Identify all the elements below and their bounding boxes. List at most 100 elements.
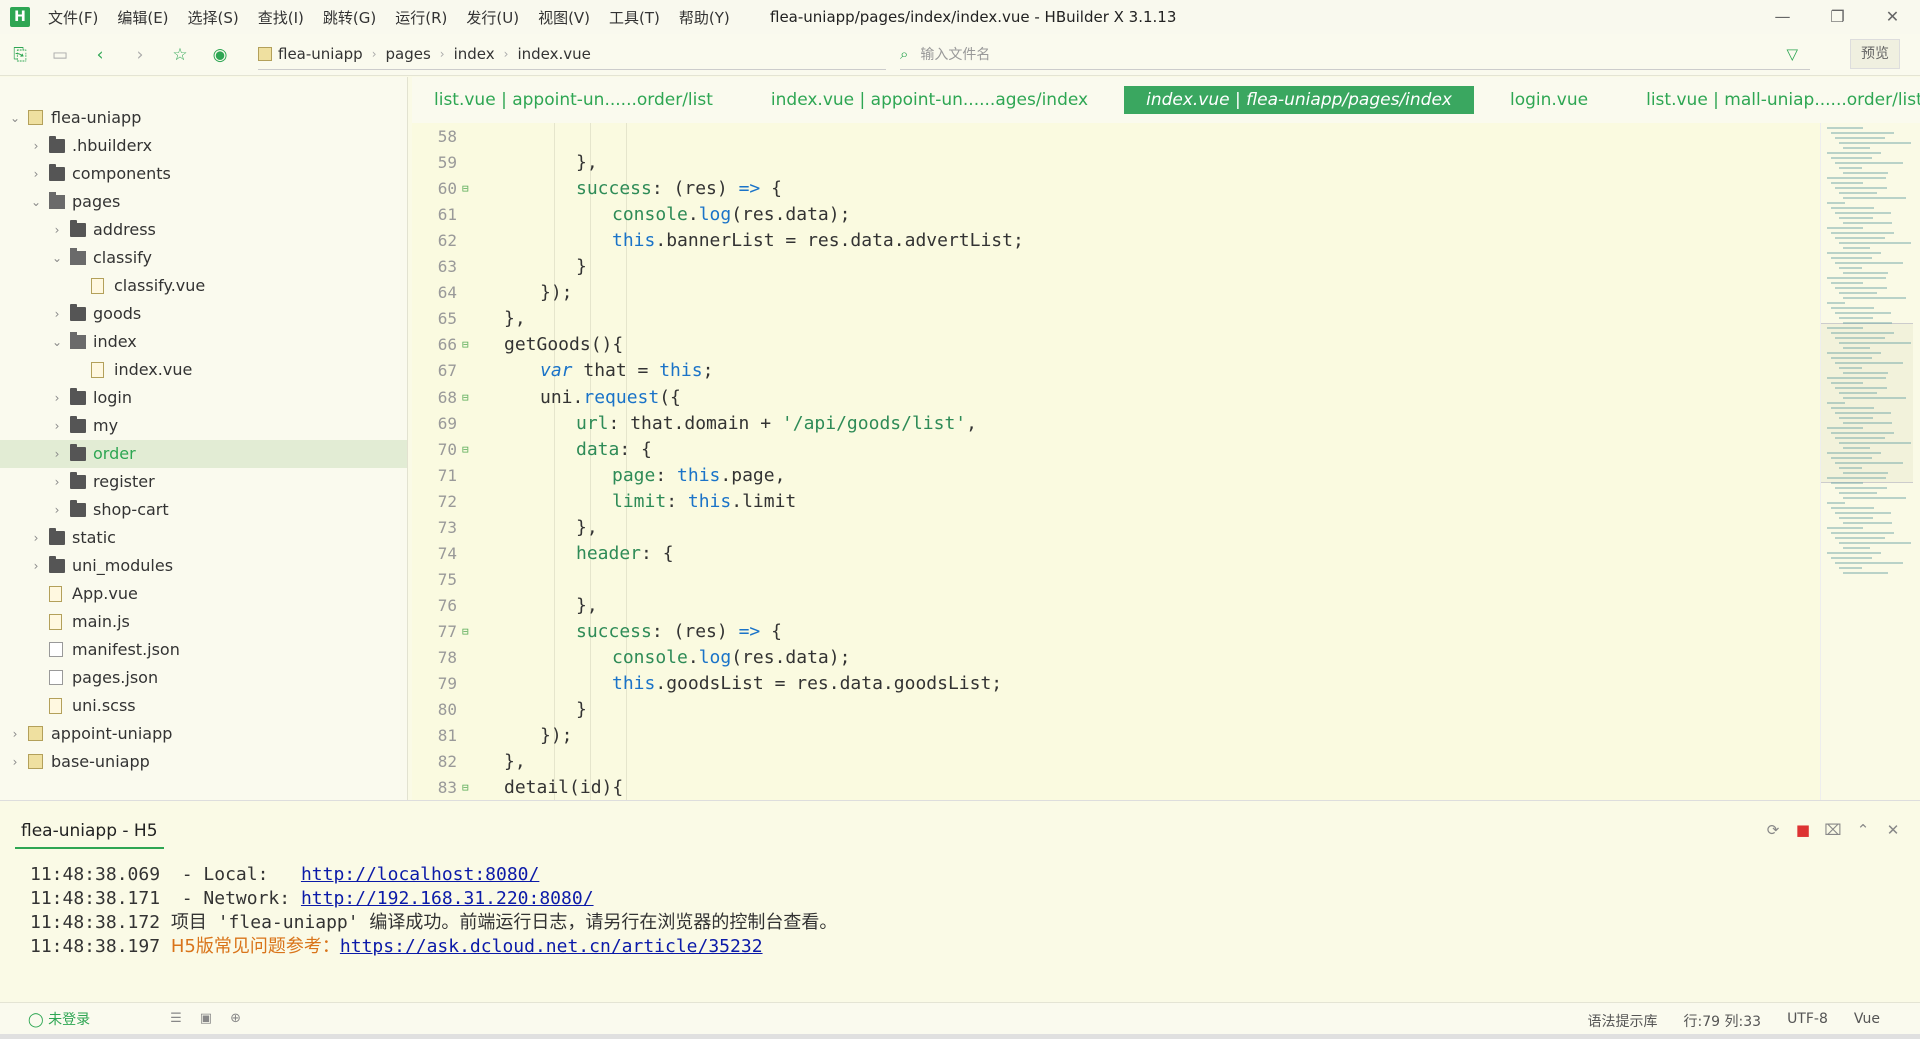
menu-item[interactable]: 编辑(E) xyxy=(117,7,168,28)
chevron-down-icon[interactable]: ⌄ xyxy=(29,188,43,216)
code-token: that = xyxy=(572,360,660,382)
fold-toggle-icon[interactable]: ⊟ xyxy=(462,619,472,645)
chevron-right-icon[interactable]: › xyxy=(50,412,64,440)
menu-item[interactable]: 运行(R) xyxy=(395,7,447,28)
tree-item[interactable]: ⌄ pages xyxy=(0,188,407,216)
file-search-input[interactable]: 输入文件名 xyxy=(920,44,990,64)
forward-icon[interactable]: › xyxy=(120,40,160,70)
menu-item[interactable]: 发行(U) xyxy=(466,7,519,28)
chevron-right-icon[interactable]: › xyxy=(8,720,22,748)
tree-item[interactable]: index.vue xyxy=(0,356,407,384)
minimize-button[interactable]: — xyxy=(1755,0,1810,34)
menu-item[interactable]: 跳转(G) xyxy=(323,7,376,28)
filter-icon[interactable]: ▽ xyxy=(1786,45,1798,63)
tree-item[interactable]: › uni_modules xyxy=(0,552,407,580)
tree-item[interactable]: classify.vue xyxy=(0,272,407,300)
console-link[interactable]: http://localhost:8080/ xyxy=(301,864,539,885)
tree-item[interactable]: › components xyxy=(0,160,407,188)
fold-toggle-icon[interactable]: ⊟ xyxy=(462,385,472,411)
chevron-right-icon[interactable]: › xyxy=(50,496,64,524)
editor-tab[interactable]: login.vue xyxy=(1488,86,1610,114)
menu-item[interactable]: 帮助(Y) xyxy=(679,7,730,28)
tree-item[interactable]: › shop-cart xyxy=(0,496,407,524)
editor-tab[interactable]: index.vue | flea-uniapp/pages/index xyxy=(1124,86,1474,114)
maximize-button[interactable]: ❐ xyxy=(1810,0,1865,34)
terminal-icon[interactable]: ▣ xyxy=(200,1011,212,1026)
menu-item[interactable]: 工具(T) xyxy=(609,7,660,28)
chevron-down-icon[interactable]: ⌄ xyxy=(50,328,64,356)
breadcrumb-item[interactable]: index.vue xyxy=(517,45,590,63)
tree-item[interactable]: pages.json xyxy=(0,664,407,692)
fold-toggle-icon[interactable]: ⊟ xyxy=(462,437,472,463)
breadcrumb-item[interactable]: index xyxy=(454,45,495,63)
cursor-position[interactable]: 行:79 列:33 xyxy=(1684,1011,1762,1031)
stop-icon[interactable]: ■ xyxy=(1788,821,1818,839)
star-icon[interactable]: ☆ xyxy=(160,40,200,70)
console-link[interactable]: https://ask.dcloud.net.cn/article/35232 xyxy=(340,936,763,957)
chevron-right-icon[interactable]: › xyxy=(29,160,43,188)
editor-tab[interactable]: list.vue | mall-uniap......order/list xyxy=(1624,86,1920,114)
chevron-right-icon[interactable]: › xyxy=(29,132,43,160)
line-number: 77 xyxy=(437,621,457,641)
tree-item[interactable]: › base-uniapp xyxy=(0,748,407,776)
preview-button[interactable]: 预览 xyxy=(1850,39,1900,69)
restart-icon[interactable]: ⟳ xyxy=(1758,821,1788,839)
breadcrumb-item[interactable]: flea-uniapp xyxy=(278,45,363,63)
fold-toggle-icon[interactable]: ⊟ xyxy=(462,176,472,202)
editor-tab[interactable]: list.vue | appoint-un......order/list xyxy=(412,86,735,114)
tree-item[interactable]: › static xyxy=(0,524,407,552)
editor-tab[interactable]: index.vue | appoint-un......ages/index xyxy=(749,86,1110,114)
chevron-right-icon[interactable]: › xyxy=(29,524,43,552)
breadcrumb-item[interactable]: pages xyxy=(386,45,431,63)
tree-item[interactable]: ⌄ index xyxy=(0,328,407,356)
tree-item[interactable]: › order xyxy=(0,440,407,468)
menu-item[interactable]: 视图(V) xyxy=(538,7,590,28)
chevron-down-icon[interactable]: ⌄ xyxy=(50,244,64,272)
tree-item[interactable]: main.js xyxy=(0,608,407,636)
menu-item[interactable]: 选择(S) xyxy=(188,7,239,28)
tree-item[interactable]: App.vue xyxy=(0,580,407,608)
list-icon[interactable]: ☰ xyxy=(170,1011,182,1026)
close-panel-icon[interactable]: ✕ xyxy=(1878,821,1908,839)
code-editor[interactable]: 58 59}, 60 ⊟ success: (res) => {61 console.lo… xyxy=(412,123,1820,800)
tree-item[interactable]: › goods xyxy=(0,300,407,328)
chevron-up-icon[interactable]: ⌃ xyxy=(1848,821,1878,839)
chevron-right-icon[interactable]: › xyxy=(50,468,64,496)
editor-tabs: list.vue | appoint-un......order/list ind… xyxy=(412,77,1920,123)
save-icon[interactable]: ▭ xyxy=(40,40,80,70)
tree-item[interactable]: manifest.json xyxy=(0,636,407,664)
console-link[interactable]: http://192.168.31.220:8080/ xyxy=(301,888,594,909)
encoding[interactable]: UTF-8 xyxy=(1787,1011,1828,1031)
chevron-right-icon[interactable]: › xyxy=(50,216,64,244)
menu-item[interactable]: 查找(I) xyxy=(258,7,304,28)
tree-item[interactable]: › address xyxy=(0,216,407,244)
new-file-icon[interactable]: ⎘ xyxy=(0,40,40,70)
chevron-down-icon[interactable]: ⌄ xyxy=(8,104,22,132)
login-status[interactable]: ◯ 未登录 xyxy=(28,1009,90,1029)
minimap[interactable] xyxy=(1820,123,1913,800)
back-icon[interactable]: ‹ xyxy=(80,40,120,70)
chevron-right-icon[interactable]: › xyxy=(8,748,22,776)
tree-item[interactable]: › my xyxy=(0,412,407,440)
chevron-right-icon[interactable]: › xyxy=(50,384,64,412)
console-tab[interactable]: flea-uniapp - H5 xyxy=(15,821,164,849)
language-mode[interactable]: Vue xyxy=(1854,1011,1880,1031)
chevron-right-icon[interactable]: › xyxy=(29,552,43,580)
clear-icon[interactable]: ⌧ xyxy=(1818,821,1848,839)
tree-item[interactable]: › appoint-uniapp xyxy=(0,720,407,748)
syntax-lib[interactable]: 语法提示库 xyxy=(1588,1011,1658,1031)
tree-item[interactable]: ⌄ flea-uniapp xyxy=(0,104,407,132)
menu-item[interactable]: 文件(F) xyxy=(48,7,98,28)
fold-toggle-icon[interactable]: ⊟ xyxy=(462,775,472,800)
run-icon[interactable]: ◉ xyxy=(200,40,240,70)
tree-item[interactable]: ⌄ classify xyxy=(0,244,407,272)
chevron-right-icon[interactable]: › xyxy=(50,440,64,468)
tree-item[interactable]: uni.scss xyxy=(0,692,407,720)
close-button[interactable]: ✕ xyxy=(1865,0,1920,34)
globe-icon[interactable]: ⊕ xyxy=(230,1011,241,1026)
tree-item[interactable]: › login xyxy=(0,384,407,412)
tree-item[interactable]: › register xyxy=(0,468,407,496)
chevron-right-icon[interactable]: › xyxy=(50,300,64,328)
fold-toggle-icon[interactable]: ⊟ xyxy=(462,332,472,358)
tree-item[interactable]: › .hbuilderx xyxy=(0,132,407,160)
